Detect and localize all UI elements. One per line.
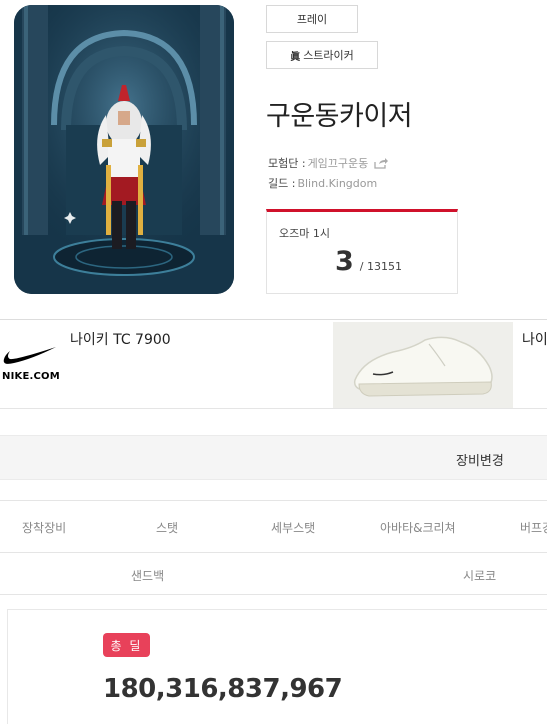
character-illustration — [14, 5, 234, 294]
adventure-link[interactable]: 게임끄구운동 — [308, 155, 369, 171]
adventure-label: 모험단 : — [268, 157, 306, 170]
rank-value-group: 3 / 13151 — [335, 246, 402, 277]
job-tag: 프레이 — [266, 5, 358, 33]
total-damage-badge: 총 딜 — [103, 633, 150, 657]
equip-change-button[interactable]: 장비변경 — [456, 450, 504, 469]
guild-value: Blind.Kingdom — [297, 176, 378, 190]
tab-detail-stats[interactable]: 세부스탯 — [271, 519, 315, 536]
tab-equipment[interactable]: 장착장비 — [22, 519, 66, 536]
rank-label: 오즈마 1시 — [279, 227, 330, 240]
rank-number: 3 — [335, 246, 354, 277]
rank-box: 오즈마 1시 3 / 13151 — [266, 209, 458, 294]
ad-title[interactable]: 나이키 TC 7900 — [70, 329, 171, 349]
ad-brand: NIKE.COM — [2, 371, 60, 382]
ad-title-next[interactable]: 나이 — [522, 329, 547, 349]
main-tabs: 장착장비 스탯 세부스탯 아바타&크리쳐 버프강 — [0, 500, 547, 553]
equip-change-bar: 장비변경 — [0, 435, 547, 480]
sub-job-label: 스트라이커 — [303, 49, 354, 62]
shoe-product-image[interactable] — [333, 322, 513, 408]
guild-row: 길드 : Blind.Kingdom — [268, 175, 377, 191]
total-damage-panel: 총 딜 180,316,837,967 — [7, 609, 547, 724]
nike-swoosh-icon — [3, 347, 56, 364]
job-label: 프레이 — [296, 13, 328, 26]
tab-stats[interactable]: 스탯 — [156, 519, 178, 536]
adventure-row: 모험단 : 게임끄구운동 — [268, 155, 389, 171]
tab-avatar-creature[interactable]: 아바타&크리쳐 — [380, 519, 456, 536]
sub-job-tag: 眞 스트라이커 — [266, 41, 378, 69]
ad-banner[interactable]: NIKE.COM 나이키 TC 7900 나이 — [0, 319, 547, 409]
tab-buff[interactable]: 버프강 — [520, 519, 547, 536]
subtab-siroco[interactable]: 시로코 — [463, 567, 496, 584]
awakening-badge-icon: 眞 — [290, 51, 301, 63]
subtab-sandbag[interactable]: 샌드백 — [131, 567, 164, 584]
character-name: 구운동카이저 — [266, 101, 413, 132]
page: 프레이 眞 스트라이커 구운동카이저 모험단 : 게임끄구운동 길드 : Bli… — [0, 0, 547, 724]
sub-tabs: 샌드백 시로코 — [0, 553, 547, 595]
character-image — [14, 5, 234, 294]
guild-label: 길드 : — [268, 177, 296, 190]
total-damage-amount: 180,316,837,967 — [103, 674, 343, 704]
rank-total: / 13151 — [359, 260, 402, 273]
share-icon[interactable] — [374, 157, 389, 169]
